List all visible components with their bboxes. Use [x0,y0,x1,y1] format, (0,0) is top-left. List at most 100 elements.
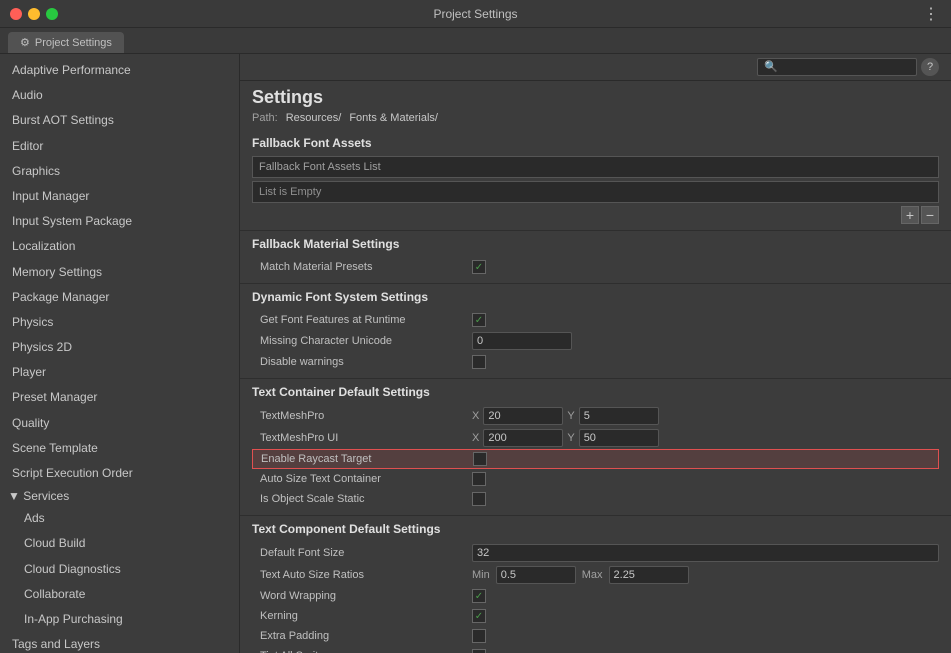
sidebar-item-preset-manager[interactable]: Preset Manager [0,385,239,410]
field-row-enable-raycast-target: Enable Raycast Target [252,449,939,469]
sidebar-item-services-group[interactable]: ▼ Services [0,486,239,506]
panel-scroll: Settings Path: Resources/ Fonts & Materi… [240,81,951,653]
sidebar-item-input-system-package[interactable]: Input System Package [0,209,239,234]
add-remove-buttons: +− [252,206,939,224]
field-value-word-wrapping [472,589,939,603]
sidebar-item-package-manager[interactable]: Package Manager [0,285,239,310]
list-empty: List is Empty [252,181,939,203]
sidebar-item-adaptive-performance[interactable]: Adaptive Performance [0,58,239,83]
sidebar-item-ads[interactable]: Ads [0,506,239,531]
path-value2: Fonts & Materials/ [349,112,438,124]
fallback-font-assets-list[interactable]: Fallback Font Assets List [252,156,939,178]
close-button[interactable] [10,8,22,20]
gear-icon: ⚙ [20,36,30,49]
sidebar-item-player[interactable]: Player [0,360,239,385]
three-dot-menu[interactable]: ⋮ [919,4,943,24]
sidebar-item-graphics[interactable]: Graphics [0,159,239,184]
min-input-text-auto-size-ratios[interactable] [496,566,576,584]
checkbox-is-object-scale-static[interactable] [472,492,486,506]
checkbox-auto-size-text-container[interactable] [472,472,486,486]
field-value-disable-warnings [472,355,939,369]
xy-row-textmeshpro: XY [472,407,659,425]
checkbox-kerning[interactable] [472,609,486,623]
minimize-button[interactable] [28,8,40,20]
xy-row-textmeshpro-ui: XY [472,429,659,447]
field-value-default-font-size [472,544,939,562]
checkbox-disable-warnings[interactable] [472,355,486,369]
field-label-default-font-size: Default Font Size [252,547,472,559]
field-label-missing-char-unicode: Missing Character Unicode [252,335,472,347]
field-label-get-font-features: Get Font Features at Runtime [252,314,472,326]
y-label-textmeshpro: Y [567,410,574,422]
section-fallback-font-assets: Fallback Font Assets Fallback Font Assets… [240,130,951,231]
sidebar-item-cloud-diagnostics[interactable]: Cloud Diagnostics [0,557,239,582]
field-row-tint-all-sprites: Tint All Sprites [252,646,939,653]
input-missing-char-unicode[interactable] [472,332,572,350]
section-dynamic-font-system-settings: Dynamic Font System SettingsGet Font Fea… [240,284,951,379]
max-input-text-auto-size-ratios[interactable] [609,566,689,584]
max-label-text-auto-size-ratios: Max [582,569,603,581]
project-settings-tab[interactable]: ⚙ Project Settings [8,32,124,53]
sidebar-item-audio[interactable]: Audio [0,83,239,108]
field-label-word-wrapping: Word Wrapping [252,590,472,602]
sidebar-item-script-execution-order[interactable]: Script Execution Order [0,461,239,486]
full-width-input-default-font-size[interactable] [472,544,939,562]
sidebar-item-in-app-purchasing[interactable]: In-App Purchasing [0,607,239,632]
sidebar-item-burst-aot-settings[interactable]: Burst AOT Settings [0,108,239,133]
section-title-fallback-font-assets: Fallback Font Assets [252,136,939,150]
add-button[interactable]: + [901,206,919,224]
sidebar-item-quality[interactable]: Quality [0,411,239,436]
checkbox-enable-raycast-target[interactable] [473,452,487,466]
field-label-extra-padding: Extra Padding [252,630,472,642]
sidebar-item-cloud-build[interactable]: Cloud Build [0,531,239,556]
x-input-textmeshpro[interactable] [483,407,563,425]
sidebar-item-physics[interactable]: Physics [0,310,239,335]
field-row-textmeshpro-ui: TextMeshPro UIXY [252,427,939,449]
x-input-textmeshpro-ui[interactable] [483,429,563,447]
sidebar-item-memory-settings[interactable]: Memory Settings [0,260,239,285]
y-input-textmeshpro[interactable] [579,407,659,425]
checkbox-extra-padding[interactable] [472,629,486,643]
maximize-button[interactable] [46,8,58,20]
y-label-textmeshpro-ui: Y [567,432,574,444]
field-label-is-object-scale-static: Is Object Scale Static [252,493,472,505]
sidebar-item-localization[interactable]: Localization [0,234,239,259]
sections-container: Fallback Font Assets Fallback Font Assets… [240,130,951,653]
y-input-textmeshpro-ui[interactable] [579,429,659,447]
sidebar-item-physics-2d[interactable]: Physics 2D [0,335,239,360]
search-input[interactable] [757,58,917,76]
field-row-default-font-size: Default Font Size [252,542,939,564]
field-row-match-material-presets: Match Material Presets [252,257,939,277]
field-label-disable-warnings: Disable warnings [252,356,472,368]
section-title-text-component-default: Text Component Default Settings [252,522,939,536]
field-value-get-font-features [472,313,939,327]
sidebar-item-scene-template[interactable]: Scene Template [0,436,239,461]
field-label-auto-size-text-container: Auto Size Text Container [252,473,472,485]
section-text-component-default: Text Component Default Settings Default F… [240,516,951,653]
sidebar-item-editor[interactable]: Editor [0,134,239,159]
field-value-enable-raycast-target [473,452,938,466]
sidebar-item-input-manager[interactable]: Input Manager [0,184,239,209]
window-controls[interactable] [10,8,58,20]
section-fallback-material-settings: Fallback Material Settings Match Material… [240,231,951,284]
section-title-text-container-default: Text Container Default Settings [252,385,939,399]
sidebar-item-tags-and-layers[interactable]: Tags and Layers [0,632,239,653]
tab-label: Project Settings [35,37,112,49]
tab-bar: ⚙ Project Settings [0,28,951,54]
field-value-is-object-scale-static [472,492,939,506]
field-value-tint-all-sprites [472,649,939,653]
field-row-textmeshpro: TextMeshProXY [252,405,939,427]
field-value-missing-char-unicode [472,332,939,350]
checkbox-match-material-presets[interactable] [472,260,486,274]
x-label-textmeshpro: X [472,410,479,422]
checkbox-get-font-features[interactable] [472,313,486,327]
help-button[interactable]: ? [921,58,939,76]
checkbox-tint-all-sprites[interactable] [472,649,486,653]
sidebar-item-collaborate[interactable]: Collaborate [0,582,239,607]
checkbox-word-wrapping[interactable] [472,589,486,603]
field-row-kerning: Kerning [252,606,939,626]
field-label-match-material-presets: Match Material Presets [252,261,472,273]
remove-button[interactable]: − [921,206,939,224]
field-value-textmeshpro: XY [472,407,939,425]
section-title-fallback-material-settings: Fallback Material Settings [252,237,939,251]
